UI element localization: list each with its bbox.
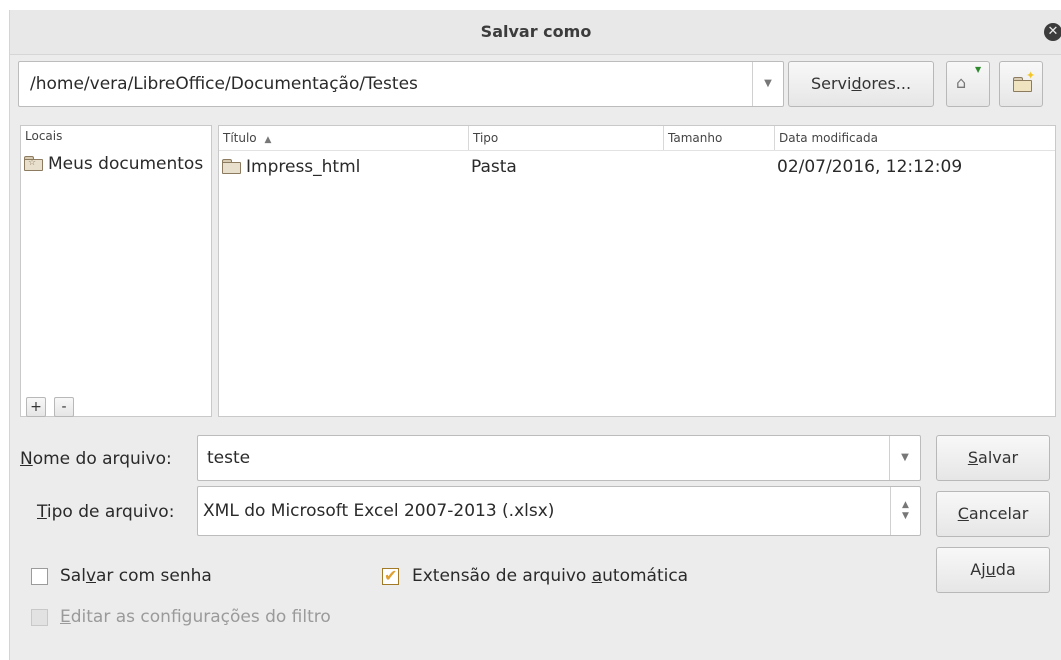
cancel-label-mnemonic: C <box>957 504 969 523</box>
filename-label-mnemonic: N <box>20 449 33 469</box>
auto-ext-label-post: utomática <box>602 566 689 586</box>
updown-arrows-icon[interactable]: ▲ ▼ <box>890 487 920 535</box>
save-with-password-checkbox[interactable] <box>31 568 48 585</box>
help-button[interactable]: Ajuda <box>936 547 1050 593</box>
sparkle-icon: ✦ <box>1026 69 1036 82</box>
row-modified: 02/07/2016, 12:12:09 <box>777 157 963 177</box>
title-bar: Salvar como ✕ <box>10 10 1061 55</box>
filename-input[interactable]: teste <box>207 448 250 468</box>
checkmark-icon: ✔ <box>384 566 398 585</box>
places-header: Locais <box>25 129 63 143</box>
edit-filter-settings-checkbox <box>31 609 48 626</box>
save-label-rest: alvar <box>978 448 1019 467</box>
save-with-password-label[interactable]: Salvar com senha <box>60 566 212 586</box>
edit-filter-settings-label: Editar as configurações do filtro <box>60 607 331 627</box>
remove-place-button[interactable]: - <box>54 397 74 417</box>
dialog-title: Salvar como <box>480 22 592 41</box>
column-header-modified[interactable]: Data modificada <box>775 126 1055 150</box>
help-label-post: da <box>995 560 1016 579</box>
password-label-post: ar com senha <box>96 566 212 586</box>
auto-ext-label-mnemonic: a <box>591 566 603 586</box>
help-label-mnemonic: u <box>985 560 996 579</box>
folder-icon <box>222 159 241 174</box>
servers-label-mnemonic: d <box>851 74 862 93</box>
file-list: Título ▲ Tipo Tamanho Data modificada Im… <box>218 125 1056 417</box>
auto-ext-label-pre: Extensão de arquivo <box>412 566 592 586</box>
favorite-folder-icon: ☆ <box>24 156 43 171</box>
path-input[interactable]: /home/vera/LibreOffice/Documentação/Test… <box>30 74 418 94</box>
filter-label-rest: ditar as configurações do filtro <box>70 607 331 627</box>
table-row[interactable]: Impress_html Pasta 02/07/2016, 12:12:09 <box>219 152 1055 182</box>
filetype-label: Tipo de arquivo: <box>37 502 174 522</box>
help-label-pre: Aj <box>970 560 986 579</box>
add-place-button[interactable]: + <box>26 397 46 417</box>
column-header-size[interactable]: Tamanho <box>664 126 775 150</box>
places-item-label: Meus documentos <box>48 154 204 174</box>
row-name-cell: Impress_html <box>222 157 360 177</box>
save-label-mnemonic: S <box>967 448 979 467</box>
servers-label-pre: Servi <box>810 74 852 93</box>
close-icon[interactable]: ✕ <box>1044 23 1061 41</box>
column-header-type[interactable]: Tipo <box>469 126 664 150</box>
auto-extension-checkbox[interactable]: ✔ <box>382 566 399 585</box>
save-as-dialog: Salvar como ✕ /home/vera/LibreOffice/Doc… <box>9 10 1061 660</box>
new-folder-button[interactable]: ✦ <box>999 61 1043 107</box>
cancel-label-rest: ancelar <box>968 504 1029 523</box>
connect-server-button[interactable]: ⌂ ▼ <box>946 61 990 107</box>
sort-ascending-icon: ▲ <box>264 135 272 145</box>
column-header-title[interactable]: Título ▲ <box>219 126 469 150</box>
auto-extension-label[interactable]: Extensão de arquivo automática <box>412 566 688 586</box>
filter-label-mnemonic: E <box>60 607 71 627</box>
chevron-down-icon[interactable]: ▼ <box>889 436 920 480</box>
filetype-select[interactable]: XML do Microsoft Excel 2007-2013 (.xlsx)… <box>197 486 921 536</box>
cancel-button[interactable]: Cancelar <box>936 491 1050 537</box>
filetype-label-rest: ipo de arquivo: <box>46 502 175 522</box>
chevron-down-icon[interactable]: ▼ <box>752 62 783 106</box>
save-button[interactable]: Salvar <box>936 435 1050 481</box>
filename-label-rest: ome do arquivo: <box>32 449 172 469</box>
path-combobox[interactable]: /home/vera/LibreOffice/Documentação/Test… <box>18 61 784 107</box>
places-item[interactable]: ☆ Meus documentos <box>24 154 211 174</box>
password-label-pre: Sal <box>60 566 86 586</box>
column-title-label: Título <box>223 131 257 145</box>
row-type: Pasta <box>471 157 517 177</box>
servers-label-post: ores... <box>861 74 912 93</box>
places-panel: Locais ☆ Meus documentos + - <box>20 125 212 417</box>
servers-button[interactable]: Servidores... <box>788 61 934 107</box>
filename-combobox[interactable]: teste ▼ <box>197 435 921 481</box>
file-list-header: Título ▲ Tipo Tamanho Data modificada <box>219 126 1055 151</box>
filename-label: Nome do arquivo: <box>20 449 172 469</box>
row-name: Impress_html <box>246 157 361 177</box>
home-network-icon: ⌂ <box>956 73 967 92</box>
password-label-mnemonic: v <box>85 566 96 586</box>
filetype-value: XML do Microsoft Excel 2007-2013 (.xlsx) <box>203 501 555 521</box>
filetype-label-mnemonic: T <box>37 502 47 522</box>
dropdown-triangle-icon: ▼ <box>975 65 982 74</box>
